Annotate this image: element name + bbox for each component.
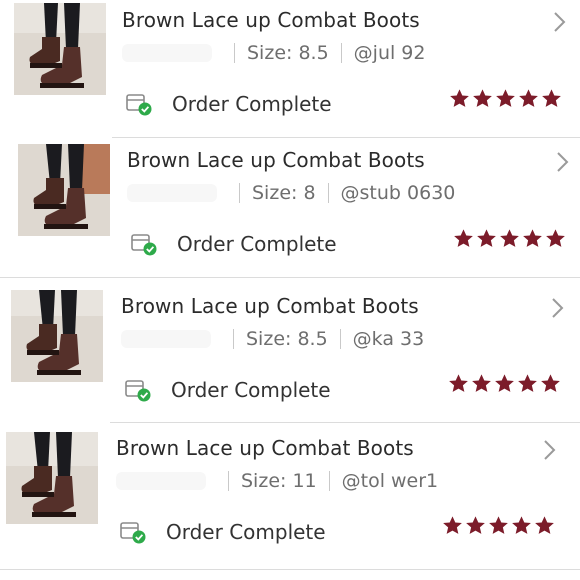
star-icon xyxy=(496,89,515,107)
product-thumbnail[interactable] xyxy=(11,290,103,382)
divider xyxy=(239,183,240,203)
box-check-icon xyxy=(131,232,157,256)
rating-stars xyxy=(449,88,562,109)
username[interactable]: @ka 33 xyxy=(353,328,425,350)
row-divider xyxy=(0,277,580,278)
product-thumbnail[interactable] xyxy=(18,144,110,236)
rating-stars xyxy=(453,228,566,249)
order-status: Order Complete xyxy=(131,232,337,256)
order-meta: Size: 8 @stub 0630 xyxy=(127,182,455,204)
order-row[interactable]: Brown Lace up Combat Boots Size: 8.5 @ka… xyxy=(0,280,580,420)
product-title[interactable]: Brown Lace up Combat Boots xyxy=(122,8,420,32)
chevron-right-icon[interactable] xyxy=(548,296,568,320)
redacted-text xyxy=(127,184,217,202)
row-divider xyxy=(0,569,580,570)
redacted-text xyxy=(116,472,206,490)
size-label: Size: 8.5 xyxy=(246,328,328,350)
order-row[interactable]: Brown Lace up Combat Boots Size: 11 @tol… xyxy=(0,424,580,570)
star-icon xyxy=(443,516,462,534)
rating-stars xyxy=(448,373,561,394)
star-icon xyxy=(500,229,519,247)
order-status: Order Complete xyxy=(120,520,326,544)
size-label: Size: 11 xyxy=(241,470,317,492)
star-icon xyxy=(489,516,508,534)
status-label: Order Complete xyxy=(166,520,326,544)
box-check-icon xyxy=(125,378,151,402)
divider xyxy=(233,329,234,349)
product-thumbnail[interactable] xyxy=(6,432,98,524)
divider xyxy=(234,43,235,63)
username[interactable]: @jul 92 xyxy=(354,42,426,64)
username[interactable]: @stub 0630 xyxy=(341,182,456,204)
size-label: Size: 8.5 xyxy=(247,42,329,64)
star-icon xyxy=(519,89,538,107)
product-title[interactable]: Brown Lace up Combat Boots xyxy=(127,148,425,172)
status-label: Order Complete xyxy=(172,92,332,116)
divider xyxy=(228,471,229,491)
order-meta: Size: 8.5 @jul 92 xyxy=(122,42,426,64)
star-icon xyxy=(542,89,561,107)
rating-stars xyxy=(442,515,555,536)
divider xyxy=(327,183,329,203)
status-label: Order Complete xyxy=(171,378,331,402)
star-icon xyxy=(541,374,560,392)
star-icon xyxy=(450,89,469,107)
order-status: Order Complete xyxy=(126,92,332,116)
order-list: Brown Lace up Combat Boots Size: 8.5 @ju… xyxy=(0,0,580,580)
redacted-text xyxy=(122,44,212,62)
order-row[interactable]: Brown Lace up Combat Boots Size: 8 @stub… xyxy=(0,138,580,276)
star-icon xyxy=(454,229,473,247)
product-title[interactable]: Brown Lace up Combat Boots xyxy=(121,294,419,318)
star-icon xyxy=(512,516,531,534)
order-meta: Size: 11 @tol wer1 xyxy=(116,470,438,492)
redacted-text xyxy=(121,330,211,348)
divider xyxy=(328,471,330,491)
box-check-icon xyxy=(126,92,152,116)
chevron-right-icon[interactable] xyxy=(550,10,570,34)
star-icon xyxy=(473,89,492,107)
star-icon xyxy=(466,516,485,534)
star-icon xyxy=(546,229,565,247)
divider xyxy=(340,43,342,63)
star-icon xyxy=(477,229,496,247)
product-thumbnail[interactable] xyxy=(14,3,106,95)
star-icon xyxy=(523,229,542,247)
username[interactable]: @tol wer1 xyxy=(342,470,439,492)
star-icon xyxy=(535,516,554,534)
box-check-icon xyxy=(120,520,146,544)
chevron-right-icon[interactable] xyxy=(553,150,573,174)
star-icon xyxy=(449,374,468,392)
row-divider xyxy=(110,422,580,423)
product-title[interactable]: Brown Lace up Combat Boots xyxy=(116,436,414,460)
size-label: Size: 8 xyxy=(252,182,316,204)
star-icon xyxy=(495,374,514,392)
order-meta: Size: 8.5 @ka 33 xyxy=(121,328,424,350)
order-status: Order Complete xyxy=(125,378,331,402)
divider xyxy=(339,329,341,349)
status-label: Order Complete xyxy=(177,232,337,256)
star-icon xyxy=(518,374,537,392)
order-row[interactable]: Brown Lace up Combat Boots Size: 8.5 @ju… xyxy=(0,0,580,136)
chevron-right-icon[interactable] xyxy=(540,438,560,462)
star-icon xyxy=(472,374,491,392)
